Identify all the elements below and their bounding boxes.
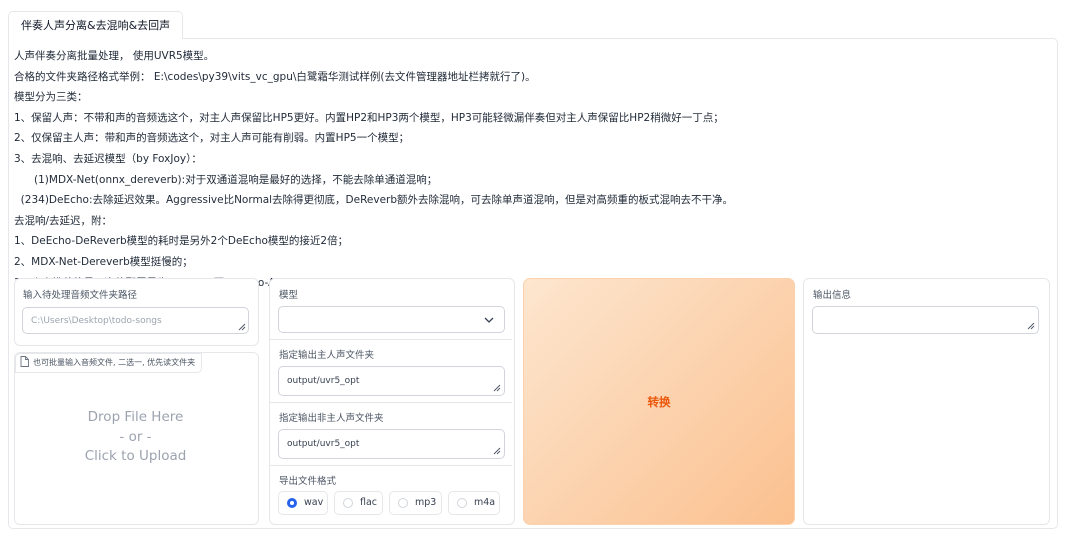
description-line: 2、MDX-Net-Dereverb模型挺慢的； bbox=[14, 255, 193, 268]
output-field[interactable] bbox=[812, 306, 1039, 334]
chevron-down-icon bbox=[484, 317, 494, 323]
format-option-label: flac bbox=[360, 497, 378, 508]
vocal-output-value: output/uvr5_opt bbox=[287, 376, 360, 386]
description-line: 去混响/去延迟，附： bbox=[14, 214, 113, 227]
vocal-output-label: 指定输出主人声文件夹 bbox=[279, 350, 375, 361]
upload-label-chip: 也可批量输入音频文件, 二选一, 优先读文件夹 bbox=[15, 353, 203, 373]
click-to-upload[interactable]: Click to Upload bbox=[14, 448, 257, 464]
format-option-m4a[interactable]: m4a bbox=[448, 491, 500, 515]
description-line: 合格的文件夹路径格式举例： E:\codes\py39\vits_vc_gpu\… bbox=[14, 70, 536, 83]
description-line: (1)MDX-Net(onnx_dereverb):对于双通道混响是最好的选择，… bbox=[14, 173, 438, 186]
input-folder-field[interactable]: C:\Users\Desktop\todo-songs bbox=[22, 307, 249, 334]
format-option-label: wav bbox=[304, 497, 324, 508]
radio-icon bbox=[343, 498, 353, 508]
radio-icon bbox=[457, 498, 467, 508]
radio-icon bbox=[398, 498, 408, 508]
convert-button[interactable]: 转换 bbox=[523, 278, 795, 525]
drop-file-here: Drop File Here bbox=[87, 409, 184, 425]
divider bbox=[270, 402, 512, 403]
input-folder-label: 输入待处理音频文件夹路径 bbox=[23, 290, 138, 301]
format-option-flac[interactable]: flac bbox=[334, 491, 383, 515]
description-line: (234)DeEcho:去除延迟效果。Aggressive比Normal去除得更… bbox=[14, 194, 734, 207]
divider bbox=[270, 339, 512, 340]
description-line: 1、保留人声：不带和声的音频选这个，对主人声保留比HP5更好。内置HP2和HP3… bbox=[14, 111, 724, 124]
file-icon bbox=[20, 356, 29, 367]
format-option-wav[interactable]: wav bbox=[278, 491, 328, 515]
description: 人声伴奏分离批量处理， 使用UVR5模型。 合格的文件夹路径格式举例： E:\c… bbox=[14, 46, 733, 293]
radio-selected-icon bbox=[287, 498, 297, 508]
format-option-mp3[interactable]: mp3 bbox=[389, 491, 442, 515]
other-output-field[interactable]: output/uvr5_opt bbox=[278, 429, 505, 459]
description-line: 2、仅保留主人声：带和声的音频选这个，对主人声可能有削弱。内置HP5一个模型； bbox=[14, 132, 410, 145]
other-output-value: output/uvr5_opt bbox=[287, 439, 360, 449]
drop-or: - or - bbox=[119, 429, 152, 445]
divider bbox=[270, 465, 512, 466]
format-label: 导出文件格式 bbox=[279, 476, 337, 487]
resize-grip-icon[interactable] bbox=[493, 384, 501, 392]
description-line: 模型分为三类： bbox=[14, 91, 88, 104]
model-label: 模型 bbox=[279, 290, 299, 301]
format-option-label: mp3 bbox=[415, 497, 437, 508]
resize-grip-icon[interactable] bbox=[493, 447, 501, 455]
model-dropdown[interactable] bbox=[278, 306, 505, 333]
vocal-output-field[interactable]: output/uvr5_opt bbox=[278, 366, 505, 396]
tab-uvr5[interactable]: 伴奏人声分离&去混响&去回声 bbox=[8, 11, 184, 39]
format-option-label: m4a bbox=[474, 497, 496, 508]
description-line: 3、去混响、去延迟模型（by FoxJoy）： bbox=[14, 152, 202, 165]
description-line: 1、DeEcho-DeReverb模型的耗时是另外2个DeEcho模型的接近2倍… bbox=[14, 235, 349, 248]
description-line: 人声伴奏分离批量处理， 使用UVR5模型。 bbox=[14, 50, 215, 62]
resize-grip-icon[interactable] bbox=[1027, 322, 1035, 330]
other-output-label: 指定输出非主人声文件夹 bbox=[279, 413, 384, 424]
resize-grip-icon[interactable] bbox=[238, 323, 246, 331]
upload-label: 也可批量输入音频文件, 二选一, 优先读文件夹 bbox=[33, 358, 196, 367]
output-label: 输出信息 bbox=[813, 290, 852, 301]
